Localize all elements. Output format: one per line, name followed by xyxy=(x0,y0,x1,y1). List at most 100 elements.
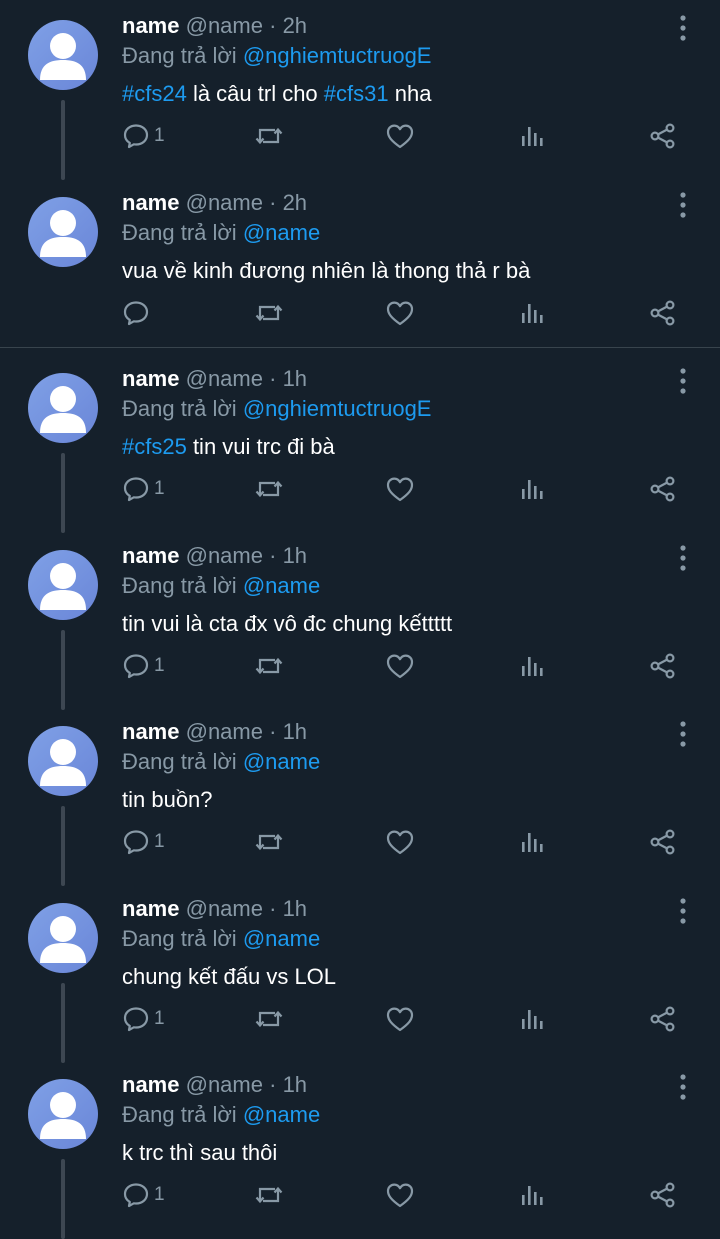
timestamp[interactable]: 1h xyxy=(283,896,307,921)
reply-button[interactable]: 1 xyxy=(122,116,165,156)
replying-to-label: Đang trả lời xyxy=(122,220,237,245)
user-handle[interactable]: @name xyxy=(186,1072,263,1097)
mention-link[interactable]: @name xyxy=(243,926,320,951)
share-button[interactable] xyxy=(648,822,678,862)
display-name[interactable]: name xyxy=(122,13,179,38)
reply-count: 1 xyxy=(154,125,165,146)
share-icon xyxy=(648,828,678,856)
retweet-button[interactable] xyxy=(254,646,284,686)
tweet[interactable]: name @name · 1h Đang trả lời @name chung… xyxy=(0,883,720,1063)
user-handle[interactable]: @name xyxy=(186,13,263,38)
retweet-button[interactable] xyxy=(254,469,284,509)
more-vertical-icon[interactable] xyxy=(670,365,696,399)
like-button[interactable] xyxy=(385,1175,415,1215)
tweet-actions: 1 xyxy=(0,999,720,1039)
timestamp[interactable]: 2h xyxy=(283,13,307,38)
timestamp[interactable]: 1h xyxy=(283,543,307,568)
avatar-icon[interactable] xyxy=(28,20,98,90)
display-name[interactable]: name xyxy=(122,1072,179,1097)
user-handle[interactable]: @name xyxy=(186,366,263,391)
views-button[interactable] xyxy=(518,469,546,509)
tweet[interactable]: name @name · 1h Đang trả lời @nghiemtuct… xyxy=(0,353,720,533)
share-button[interactable] xyxy=(648,469,678,509)
display-name[interactable]: name xyxy=(122,190,179,215)
retweet-button[interactable] xyxy=(254,822,284,862)
like-button[interactable] xyxy=(385,469,415,509)
user-handle[interactable]: @name xyxy=(186,719,263,744)
reply-icon xyxy=(122,122,150,150)
share-button[interactable] xyxy=(648,116,678,156)
retweet-icon xyxy=(254,1181,284,1209)
more-vertical-icon[interactable] xyxy=(670,895,696,929)
tweet[interactable]: name @name · 1h Đang trả lời @name tin v… xyxy=(0,530,720,710)
timestamp[interactable]: 1h xyxy=(283,366,307,391)
avatar-icon[interactable] xyxy=(28,1079,98,1149)
mention-link[interactable]: @name xyxy=(243,573,320,598)
reply-count: 1 xyxy=(154,1008,165,1029)
reply-button[interactable] xyxy=(122,293,154,333)
tweet[interactable]: name @name · 1h Đang trả lời @name tin b… xyxy=(0,706,720,886)
hashtag-link[interactable]: #cfs31 xyxy=(324,81,389,106)
reply-button[interactable]: 1 xyxy=(122,999,165,1039)
views-button[interactable] xyxy=(518,999,546,1039)
mention-link[interactable]: @name xyxy=(243,220,320,245)
reply-button[interactable]: 1 xyxy=(122,469,165,509)
display-name[interactable]: name xyxy=(122,366,179,391)
like-button[interactable] xyxy=(385,116,415,156)
heart-icon xyxy=(385,1005,415,1033)
tweet[interactable]: name @name · 1h Đang trả lời @name k trc… xyxy=(0,1059,720,1239)
more-vertical-icon[interactable] xyxy=(670,1071,696,1105)
like-button[interactable] xyxy=(385,293,415,333)
views-button[interactable] xyxy=(518,1175,546,1215)
hashtag-link[interactable]: #cfs24 xyxy=(122,81,187,106)
tweet[interactable]: name @name · 2h Đang trả lời @nghiemtuct… xyxy=(0,0,720,180)
reply-button[interactable]: 1 xyxy=(122,822,165,862)
retweet-button[interactable] xyxy=(254,1175,284,1215)
tweet[interactable]: name @name · 2h Đang trả lời @name vua v… xyxy=(0,177,720,354)
reply-button[interactable]: 1 xyxy=(122,646,165,686)
views-button[interactable] xyxy=(518,293,546,333)
timestamp[interactable]: 1h xyxy=(283,719,307,744)
views-button[interactable] xyxy=(518,822,546,862)
user-handle[interactable]: @name xyxy=(186,190,263,215)
views-button[interactable] xyxy=(518,116,546,156)
user-handle[interactable]: @name xyxy=(186,543,263,568)
retweet-button[interactable] xyxy=(254,293,284,333)
reply-button[interactable]: 1 xyxy=(122,1175,165,1215)
avatar-icon[interactable] xyxy=(28,903,98,973)
share-button[interactable] xyxy=(648,646,678,686)
share-button[interactable] xyxy=(648,1175,678,1215)
more-vertical-icon[interactable] xyxy=(670,718,696,752)
tweet-actions: 1 xyxy=(0,1175,720,1215)
avatar-icon[interactable] xyxy=(28,550,98,620)
display-name[interactable]: name xyxy=(122,896,179,921)
replying-to: Đang trả lời @name xyxy=(122,219,320,247)
retweet-button[interactable] xyxy=(254,116,284,156)
share-button[interactable] xyxy=(648,999,678,1039)
share-button[interactable] xyxy=(648,293,678,333)
retweet-button[interactable] xyxy=(254,999,284,1039)
like-button[interactable] xyxy=(385,646,415,686)
mention-link[interactable]: @name xyxy=(243,1102,320,1127)
mention-link[interactable]: @nghiemtuctruogE xyxy=(243,396,432,421)
like-button[interactable] xyxy=(385,822,415,862)
more-vertical-icon[interactable] xyxy=(670,189,696,223)
avatar-icon[interactable] xyxy=(28,197,98,267)
avatar-icon[interactable] xyxy=(28,726,98,796)
separator-dot: · xyxy=(269,719,277,744)
mention-link[interactable]: @nghiemtuctruogE xyxy=(243,43,432,68)
more-vertical-icon[interactable] xyxy=(670,12,696,46)
views-button[interactable] xyxy=(518,646,546,686)
timestamp[interactable]: 2h xyxy=(283,190,307,215)
user-handle[interactable]: @name xyxy=(186,896,263,921)
tweet-header: name @name · 1h xyxy=(122,542,307,570)
hashtag-link[interactable]: #cfs25 xyxy=(122,434,187,459)
display-name[interactable]: name xyxy=(122,719,179,744)
display-name[interactable]: name xyxy=(122,543,179,568)
like-button[interactable] xyxy=(385,999,415,1039)
avatar-icon[interactable] xyxy=(28,373,98,443)
more-vertical-icon[interactable] xyxy=(670,542,696,576)
timestamp[interactable]: 1h xyxy=(283,1072,307,1097)
replying-to-label: Đang trả lời xyxy=(122,396,237,421)
mention-link[interactable]: @name xyxy=(243,749,320,774)
